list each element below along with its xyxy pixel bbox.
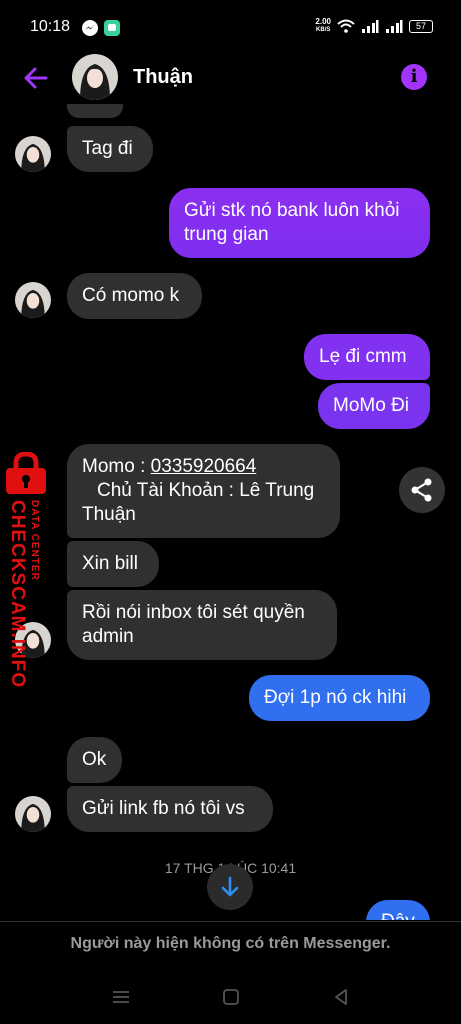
incoming-message[interactable]: Gửi link fb nó tôi vs — [67, 786, 273, 832]
contact-avatar[interactable] — [72, 54, 118, 100]
status-time: 10:18 — [30, 18, 71, 35]
incoming-message[interactable]: Rồi nói inbox tôi sét quyền admin — [67, 590, 337, 660]
phone-number-link[interactable]: 0335920664 — [151, 456, 257, 477]
message-text-line-1: Gửi stk nó bank luôn khỏi — [184, 200, 400, 221]
outgoing-message[interactable]: Đợi 1p nó ck hihi — [249, 675, 430, 721]
outgoing-message[interactable]: Gửi stk nó bank luôn khỏi trung gian — [169, 188, 430, 258]
status-bar: 10:18 2.00 KB/S 57 — [0, 0, 461, 52]
incoming-message-momo-details[interactable]: Momo : 0335920664 Chủ Tài Khoản : Lê Tru… — [67, 444, 340, 538]
incoming-message[interactable]: Có momo k — [67, 273, 202, 319]
unavailable-notice: Người này hiện không có trên Messenger. — [70, 935, 391, 952]
message-text: Xin bill — [82, 553, 138, 574]
momo-label: Momo : — [82, 456, 151, 477]
message-text-line-2: trung gian — [184, 224, 269, 245]
message-text: Gửi link fb nó tôi vs — [82, 798, 245, 819]
message-text-line-1: Rồi nói inbox tôi sét quyền — [82, 602, 305, 623]
watermark-brand: CHECKSCAM.INFO — [7, 500, 28, 689]
sender-avatar[interactable] — [15, 282, 51, 318]
message-text-line-2: admin — [82, 626, 134, 647]
signal-icon-2 — [386, 20, 403, 33]
battery-icon: 57 — [409, 19, 433, 33]
watermark-subtitle: DATA CENTER — [29, 500, 40, 581]
message-text: MoMo Đi — [333, 395, 410, 416]
conversation-header: Thuận i — [0, 52, 461, 104]
arrow-down-icon — [221, 876, 239, 897]
momo-line: Momo : 0335920664 — [82, 455, 325, 479]
message-text: Đây — [381, 910, 415, 920]
scroll-to-bottom-button[interactable] — [207, 864, 253, 910]
share-button[interactable] — [399, 467, 445, 513]
account-owner-line: Chủ Tài Khoản : Lê Trung — [97, 480, 315, 501]
outgoing-message[interactable]: Đây — [366, 900, 430, 920]
padlock-icon — [6, 452, 46, 494]
system-navigation-bar — [0, 970, 461, 1024]
incoming-message[interactable]: Tag đi — [67, 126, 153, 172]
sender-avatar[interactable] — [15, 136, 51, 172]
back-arrow-icon[interactable] — [20, 62, 52, 94]
net-speed-unit: KB/S — [316, 27, 331, 33]
outgoing-message[interactable]: MoMo Đi — [318, 383, 430, 429]
status-right-group: 2.00 KB/S 57 — [315, 18, 433, 34]
footer-divider — [0, 921, 461, 922]
previous-bubble-edge — [67, 104, 123, 118]
wifi-icon — [337, 19, 355, 33]
message-text: Có momo k — [82, 285, 180, 306]
contact-name[interactable]: Thuận — [133, 66, 193, 89]
sender-avatar[interactable] — [15, 796, 51, 832]
share-icon — [411, 478, 432, 502]
message-text: Đợi 1p nó ck hihi — [264, 687, 407, 708]
messenger-icon — [82, 20, 98, 36]
account-owner-name: Thuận — [82, 504, 136, 525]
message-text: Tag đi — [82, 138, 133, 159]
message-thread[interactable]: Tag đi Gửi stk nó bank luôn khỏi trung g… — [0, 104, 461, 920]
net-speed: 2.00 KB/S — [315, 18, 331, 34]
chat-app-icon — [104, 20, 120, 36]
message-text: Ok — [82, 749, 107, 770]
incoming-message[interactable]: Xin bill — [67, 541, 159, 587]
message-text: Lẹ đi cmm — [319, 346, 407, 367]
info-icon[interactable]: i — [401, 64, 427, 90]
back-triangle-icon[interactable] — [330, 986, 352, 1008]
incoming-message[interactable]: Ok — [67, 737, 122, 783]
outgoing-message[interactable]: Lẹ đi cmm — [304, 334, 430, 380]
signal-icon — [362, 20, 379, 33]
checkscam-watermark: CHECKSCAM.INFO DATA CENTER — [0, 452, 52, 688]
net-speed-value: 2.00 — [315, 17, 331, 26]
menu-icon[interactable] — [110, 986, 132, 1008]
home-square-icon[interactable] — [220, 986, 242, 1008]
